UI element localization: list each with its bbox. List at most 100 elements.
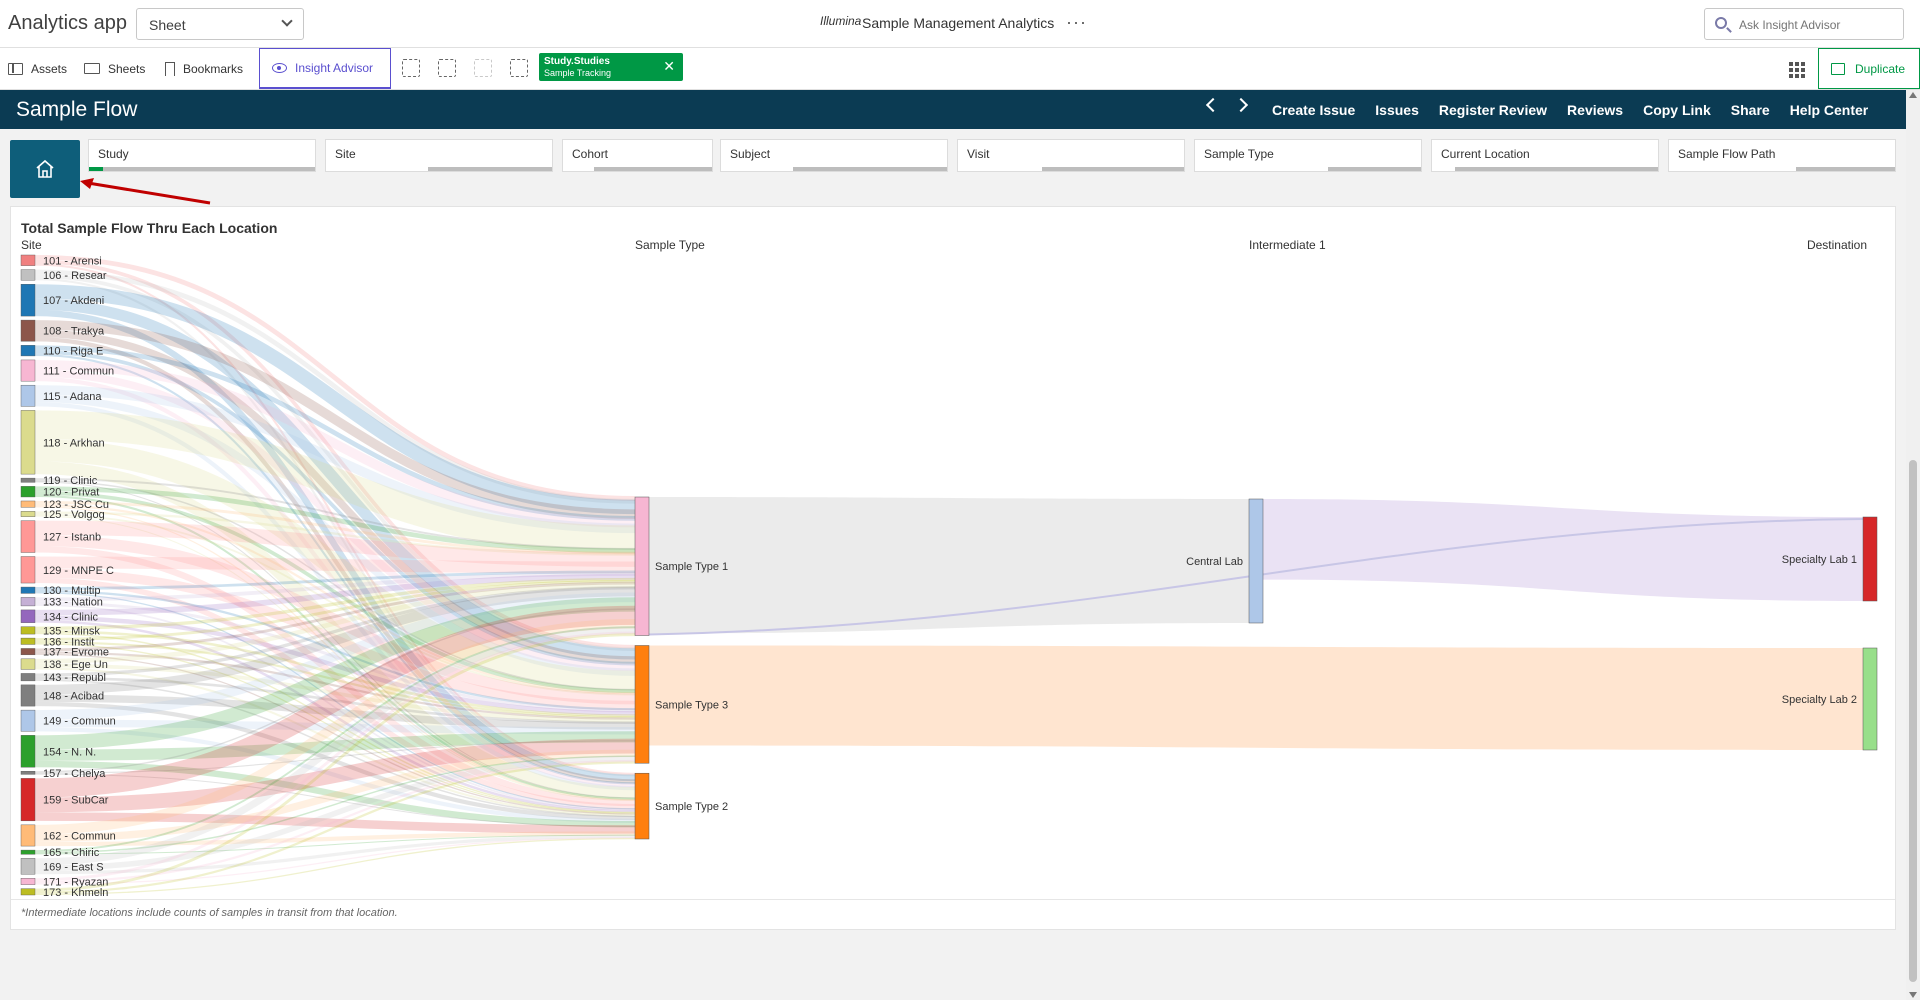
site-node[interactable] [20, 684, 36, 707]
site-node[interactable] [20, 500, 36, 508]
site-node[interactable] [20, 345, 36, 357]
chevron-right-icon[interactable] [1233, 97, 1249, 113]
site-node[interactable] [20, 888, 36, 896]
insight-search[interactable] [1704, 8, 1904, 40]
site-node[interactable] [20, 359, 36, 382]
filter-site[interactable]: Site [325, 139, 553, 172]
sankey-chart[interactable]: Site Sample Type Intermediate 1 Destination… [11, 207, 1897, 899]
filter-study[interactable]: Study [88, 139, 316, 172]
site-node[interactable] [20, 410, 36, 475]
smart-search-icon[interactable] [402, 59, 420, 77]
site-node[interactable] [20, 254, 36, 266]
site-node[interactable] [20, 384, 36, 407]
site-node[interactable] [20, 626, 36, 635]
scrollbar-thumb[interactable] [1909, 460, 1917, 982]
possible-portion [721, 167, 794, 171]
grid-view-icon[interactable] [1789, 62, 1805, 78]
filter-subject[interactable]: Subject [720, 139, 948, 172]
site-node[interactable] [20, 284, 36, 317]
filter-state-bar [721, 167, 947, 171]
filter-current-location[interactable]: Current Location [1431, 139, 1659, 172]
bookmarks-button[interactable]: Bookmarks [165, 48, 243, 89]
nav-link-issues[interactable]: Issues [1375, 102, 1419, 118]
possible-portion [1195, 167, 1329, 171]
site-node[interactable] [20, 858, 36, 875]
duplicate-label: Duplicate [1855, 61, 1906, 76]
home-icon [36, 159, 54, 178]
filter-state-bar [958, 167, 1184, 171]
site-node[interactable] [20, 520, 36, 553]
site-node[interactable] [20, 709, 36, 732]
destination-node[interactable] [1862, 647, 1878, 751]
sheet-dropdown[interactable]: Sheet [136, 8, 304, 40]
site-label: 130 - Multip [43, 585, 100, 597]
site-node[interactable] [20, 609, 36, 623]
site-node[interactable] [20, 658, 36, 670]
close-icon[interactable]: ✕ [663, 58, 675, 75]
filter-label: Study [98, 147, 129, 161]
column-header: Destination [1807, 238, 1867, 252]
filter-state-bar [326, 167, 552, 171]
site-node[interactable] [20, 477, 36, 483]
site-label: 138 - Ege Un [43, 659, 108, 671]
sheets-button[interactable]: Sheets [84, 48, 145, 89]
filter-sample-type[interactable]: Sample Type [1194, 139, 1422, 172]
scroll-down-icon[interactable] [1909, 992, 1917, 998]
filter-state-bar [1432, 167, 1658, 171]
site-node[interactable] [20, 319, 36, 342]
site-node[interactable] [20, 486, 36, 498]
site-node[interactable] [20, 849, 36, 855]
page-scrollbar[interactable] [1906, 90, 1920, 1000]
filter-state-bar [563, 167, 712, 171]
duplicate-button[interactable]: Duplicate [1818, 48, 1920, 89]
sample-type-node[interactable] [634, 645, 650, 764]
site-node[interactable] [20, 824, 36, 847]
nav-link-reviews[interactable]: Reviews [1567, 102, 1623, 118]
step-forward-icon[interactable] [474, 59, 492, 77]
step-back-icon[interactable] [438, 59, 456, 77]
nav-link-help-center[interactable]: Help Center [1790, 102, 1869, 118]
insight-search-input[interactable] [1739, 15, 1899, 35]
site-node[interactable] [20, 511, 36, 517]
assets-button[interactable]: Assets [8, 48, 67, 89]
site-node[interactable] [20, 269, 36, 281]
insight-advisor-button[interactable]: Insight Advisor [259, 48, 391, 89]
filter-cohort[interactable]: Cohort [562, 139, 713, 172]
site-node[interactable] [20, 770, 36, 775]
sample-type-node[interactable] [634, 772, 650, 840]
clear-selections-icon[interactable] [510, 59, 528, 77]
site-label: 119 - Clinic [43, 475, 98, 487]
sample-type-label: Sample Type 3 [655, 699, 728, 711]
site-node[interactable] [20, 778, 36, 822]
site-node[interactable] [20, 556, 36, 584]
more-options-icon[interactable]: ··· [1066, 12, 1087, 33]
destination-node[interactable] [1862, 516, 1878, 602]
sample-type-node[interactable] [634, 496, 650, 636]
possible-portion [563, 167, 595, 171]
site-label: 165 - Chiric [43, 847, 100, 859]
site-node[interactable] [20, 878, 36, 885]
filter-sample-flow-path[interactable]: Sample Flow Path [1668, 139, 1896, 172]
destination-label: Specialty Lab 1 [1782, 554, 1857, 566]
nav-link-create-issue[interactable]: Create Issue [1272, 102, 1355, 118]
duplicate-icon [1831, 62, 1845, 75]
nav-link-register-review[interactable]: Register Review [1439, 102, 1547, 118]
scroll-up-icon[interactable] [1909, 92, 1917, 98]
site-node[interactable] [20, 586, 36, 594]
flow-link [34, 556, 636, 574]
sheet-title: Sample Flow [16, 98, 138, 121]
selection-chip[interactable]: Study.Studies Sample Tracking ✕ [539, 53, 683, 81]
site-node[interactable] [20, 735, 36, 768]
chevron-left-icon[interactable] [1205, 97, 1221, 113]
nav-link-copy-link[interactable]: Copy Link [1643, 102, 1711, 118]
site-node[interactable] [20, 637, 36, 645]
filter-visit[interactable]: Visit [957, 139, 1185, 172]
intermediate-node[interactable] [1248, 498, 1264, 624]
site-node[interactable] [20, 597, 36, 607]
site-node[interactable] [20, 648, 36, 656]
site-node[interactable] [20, 673, 36, 682]
nav-link-share[interactable]: Share [1731, 102, 1770, 118]
site-label: 127 - Istanb [43, 532, 101, 544]
intermediate-label: Central Lab [1186, 556, 1243, 568]
home-button[interactable] [10, 140, 80, 198]
